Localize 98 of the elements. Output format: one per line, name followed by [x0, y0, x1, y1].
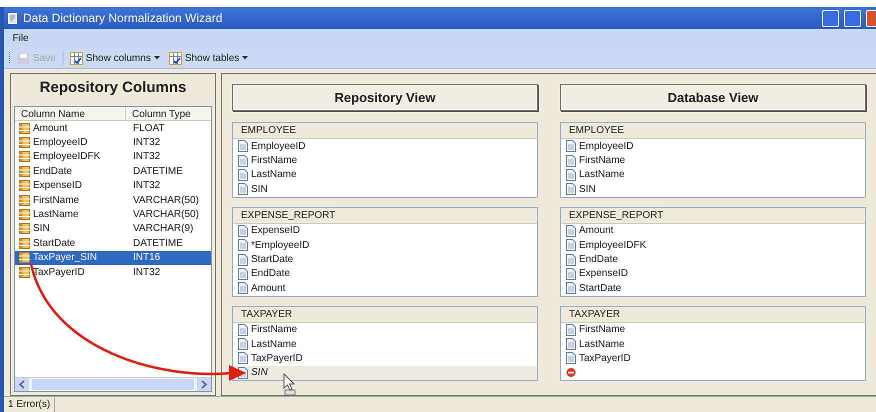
- document-icon: [566, 338, 576, 350]
- column-icon: [19, 180, 30, 192]
- list-row[interactable]: SIN VARCHAR(9): [15, 222, 211, 236]
- scroll-left-icon: [15, 378, 29, 391]
- column-icon: [19, 266, 30, 278]
- column-icon: [19, 122, 30, 134]
- grid-icon: [70, 52, 83, 64]
- table-column-item[interactable]: EmployeeID: [561, 139, 865, 154]
- document-icon: [566, 324, 576, 336]
- table-title: TAXPAYER: [233, 306, 537, 323]
- table-title: TAXPAYER: [561, 306, 865, 323]
- table-column-item[interactable]: SIN: [561, 182, 865, 197]
- table-column-item[interactable]: ExpenseID: [233, 224, 537, 238]
- table-column-item[interactable]: EmployeeID: [233, 139, 537, 154]
- table-column-item[interactable]: EndDate: [561, 252, 865, 267]
- document-icon: [566, 254, 576, 266]
- list-row[interactable]: TaxPayer_SIN INT16: [15, 250, 211, 265]
- table-title: EMPLOYEE: [233, 123, 537, 139]
- column-header[interactable]: Column Type: [125, 107, 205, 120]
- document-icon: [566, 282, 576, 294]
- column-icon: [19, 166, 30, 177]
- document-icon: [566, 352, 576, 364]
- table-column-item[interactable]: SIN: [233, 366, 537, 380]
- table-column-item[interactable]: LastName: [561, 336, 865, 352]
- table-column-item[interactable]: StartDate: [561, 281, 865, 296]
- document-icon: [238, 338, 248, 350]
- menu-item[interactable]: File: [10, 31, 32, 46]
- scroll-right-icon: [197, 378, 211, 391]
- table-column-item[interactable]: EmployeeIDFK: [561, 238, 865, 252]
- list-row[interactable]: ExpenseID INT32: [15, 178, 211, 193]
- document-icon: [566, 168, 576, 181]
- list-row[interactable]: EmployeeIDFK INT32: [15, 150, 211, 164]
- document-icon: [238, 168, 248, 181]
- toolbar-button[interactable]: Show columns: [66, 50, 163, 66]
- list-row[interactable]: StartDate DATETIME: [15, 236, 211, 251]
- list-row[interactable]: LastName VARCHAR(50): [15, 207, 211, 222]
- table-column-item[interactable]: LastName: [561, 168, 865, 182]
- table-column-item[interactable]: TaxPayerID: [561, 351, 865, 366]
- column-icon: [19, 137, 30, 148]
- grid-icon: [168, 52, 182, 64]
- document-icon: [238, 324, 248, 336]
- table-column-item[interactable]: TaxPayerID: [233, 351, 537, 366]
- table-column-item[interactable]: StartDate: [233, 252, 537, 267]
- document-icon: [238, 224, 248, 237]
- table-column-item[interactable]: FirstName: [233, 322, 537, 337]
- table-column-item[interactable]: Amount: [561, 224, 865, 238]
- document-icon: [566, 154, 576, 167]
- document-icon: [238, 183, 248, 196]
- document-icon: [238, 154, 248, 167]
- list-row[interactable]: EmployeeID INT32: [15, 135, 211, 150]
- column-header[interactable]: Column Name: [15, 107, 125, 120]
- table-column-item[interactable]: Amount: [233, 281, 537, 296]
- list-row[interactable]: FirstName VARCHAR(50): [15, 192, 211, 208]
- window-title: Data Dictionary Normalization Wizard: [23, 10, 224, 27]
- document-icon: [566, 224, 576, 237]
- document-icon: [566, 183, 576, 196]
- document-icon: [238, 254, 248, 266]
- table-title: EMPLOYEE: [561, 123, 865, 139]
- column-icon: [19, 209, 30, 220]
- minimize-button[interactable]: [822, 10, 839, 26]
- app-icon: [8, 12, 18, 24]
- maximize-button[interactable]: [844, 10, 861, 26]
- column-icon: [19, 252, 30, 264]
- table-column-item[interactable]: FirstName: [233, 153, 537, 168]
- status-text: 1 Error(s): [4, 397, 56, 412]
- list-row[interactable]: EndDate DATETIME: [15, 164, 211, 179]
- table-column-item[interactable]: FirstName: [561, 322, 865, 337]
- table-column-item[interactable]: *EmployeeID: [233, 238, 537, 252]
- toolbar-grip-icon: [8, 51, 11, 65]
- document-icon: [238, 140, 248, 152]
- column-icon: [19, 223, 30, 234]
- list-row[interactable]: Amount FLOAT: [15, 121, 211, 136]
- save-icon: [17, 52, 30, 64]
- document-icon: [238, 352, 248, 364]
- table-column-item[interactable]: EndDate: [233, 266, 537, 282]
- document-icon: [566, 268, 576, 280]
- table-column-item[interactable]: SIN: [233, 182, 537, 197]
- document-icon: [566, 140, 576, 152]
- document-icon: [238, 239, 248, 252]
- table-column-item[interactable]: LastName: [233, 336, 537, 352]
- horizontal-scrollbar[interactable]: [15, 377, 211, 391]
- panel-title: Repository Columns: [38, 78, 188, 98]
- error-icon: [566, 367, 576, 378]
- close-button[interactable]: [866, 10, 876, 26]
- table-title: EXPENSE_REPORT: [561, 208, 865, 224]
- column-icon: [19, 238, 30, 249]
- table-column-item[interactable]: LastName: [233, 168, 537, 182]
- document-icon: [238, 268, 248, 280]
- table-column-item[interactable]: ExpenseID: [561, 266, 865, 282]
- view-header: Database View: [560, 84, 866, 111]
- document-icon: [566, 239, 576, 252]
- view-header: Repository View: [232, 84, 538, 111]
- column-icon: [19, 194, 30, 206]
- toolbar-button[interactable]: Show tables: [166, 50, 252, 66]
- column-icon: [19, 151, 30, 162]
- table-column-item[interactable]: FirstName: [561, 153, 865, 168]
- document-icon: [238, 282, 248, 294]
- table-title: EXPENSE_REPORT: [233, 208, 537, 224]
